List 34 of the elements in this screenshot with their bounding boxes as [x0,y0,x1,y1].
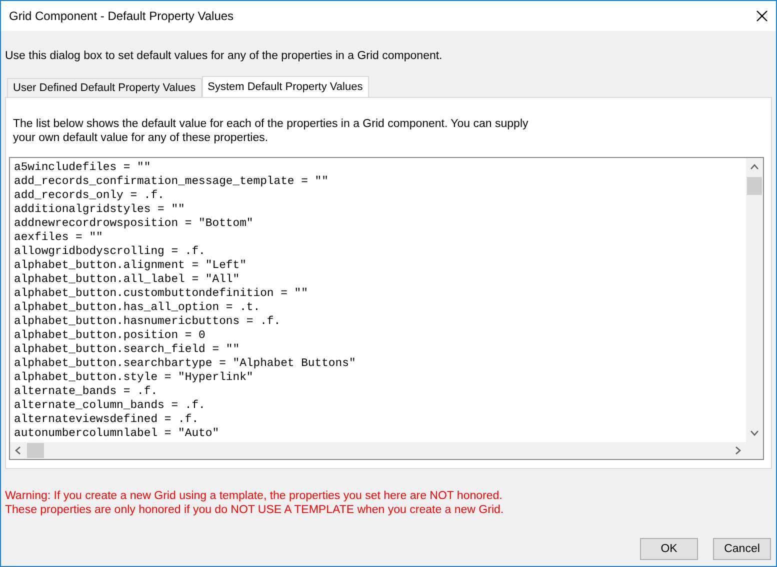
property-line[interactable]: add_records_only = .f. [14,189,746,203]
vertical-scrollbar[interactable] [746,158,763,442]
property-line[interactable]: alphabet_button.has_all_option = .t. [14,301,746,315]
property-line[interactable]: alphabet_button.custombuttondefinition = "" [14,287,746,301]
property-line[interactable]: autonumbercolumnlabel = "Auto" [14,427,746,441]
dialog-button[interactable]: Cancel [713,538,771,560]
property-line[interactable]: alternate_column_bands = .f. [14,399,746,413]
property-line[interactable]: alphabet_button.searchbartype = "Alphabet Buttons" [14,357,746,371]
property-line[interactable]: alphabet_button.all_label = "All" [14,273,746,287]
close-icon[interactable] [756,10,768,22]
property-line[interactable]: alphabet_button.position = 0 [14,329,746,343]
dialog-button[interactable]: OK [640,538,698,560]
description-text: The list below shows the default value for each of the properties in a Grid component. You can supply your own default value for any of these properties. [13,117,530,145]
property-line[interactable]: alternateviewsdefined = .f. [14,413,746,427]
property-line[interactable]: alternate_bands = .f. [14,385,746,399]
property-line[interactable]: aexfiles = "" [14,231,746,245]
scrollbar-thumb[interactable] [747,177,762,195]
property-line[interactable]: additionalgridstyles = "" [14,203,746,217]
property-line[interactable]: allowgridbodyscrolling = .f. [14,245,746,259]
property-line[interactable]: a5wincludefiles = "" [14,161,746,175]
property-list[interactable] [9,157,764,460]
tab[interactable]: System Default Property Values [202,76,369,97]
property-line[interactable]: addnewrecordrowsposition = "Bottom" [14,217,746,231]
property-line[interactable]: alphabet_button.style = "Hyperlink" [14,371,746,385]
scrollbar-thumb[interactable] [27,443,44,458]
intro-text: Use this dialog box to set default values for any of the properties in a Grid component. [5,50,444,62]
window-title: Grid Component - Default Property Values [9,9,234,23]
property-line[interactable]: alphabet_button.search_field = "" [14,343,746,357]
horizontal-scrollbar[interactable] [10,442,746,459]
property-line[interactable]: add_records_confirmation_message_template = "" [14,175,746,189]
property-line[interactable]: alphabet_button.alignment = "Left" [14,259,746,273]
property-line[interactable]: alphabet_button.hasnumericbuttons = .f. [14,315,746,329]
tab[interactable]: User Defined Default Property Values [7,78,202,97]
warning-text: Warning: If you create a new Grid using a template, the properties you set here are NOT honored. These properties are only honored if you do NOT USE A TEMPLATE when you create a new Grid. [5,489,505,517]
